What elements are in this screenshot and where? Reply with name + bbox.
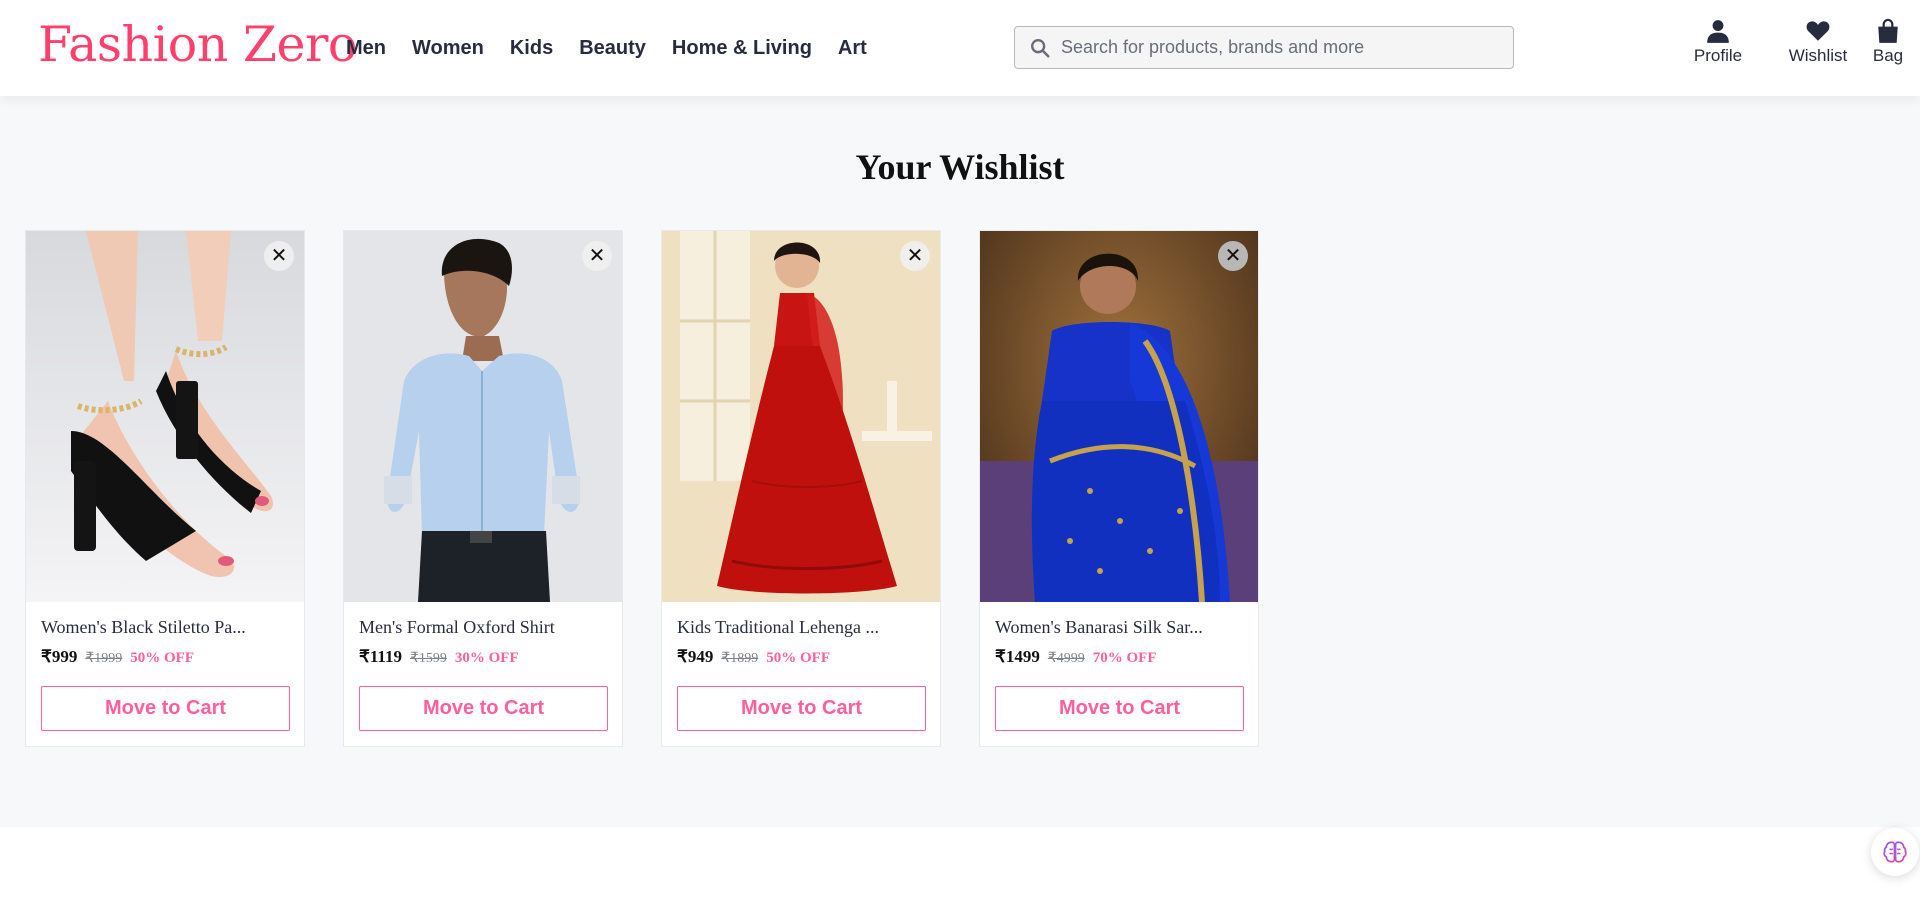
shopping-bag-icon <box>1878 18 1898 43</box>
search-bar <box>1014 26 1514 69</box>
remove-item-button[interactable]: ✕ <box>264 241 294 271</box>
assistant-button[interactable] <box>1871 828 1919 876</box>
discount-label: 50% OFF <box>130 650 194 666</box>
product-name[interactable]: Women's Banarasi Silk Sar... <box>995 617 1245 638</box>
bag-label: Bag <box>1872 46 1904 65</box>
discount-label: 50% OFF <box>766 650 830 666</box>
product-image[interactable] <box>662 231 940 602</box>
move-to-cart-button[interactable]: Move to Cart <box>359 686 608 731</box>
price-row: ₹949 ₹1899 50% OFF <box>677 647 830 667</box>
brain-icon <box>1883 841 1907 863</box>
page-title: Your Wishlist <box>855 147 1065 187</box>
nav-item-women[interactable]: Women <box>412 37 484 60</box>
move-to-cart-button[interactable]: Move to Cart <box>677 686 926 731</box>
nav-item-home-living[interactable]: Home & Living <box>672 37 812 60</box>
remove-item-button[interactable]: ✕ <box>1218 241 1248 271</box>
price-row: ₹1119 ₹1599 30% OFF <box>359 647 519 667</box>
wishlist-card: ✕ Kids Traditional Lehenga ... ₹949 ₹189… <box>661 230 941 747</box>
remove-item-button[interactable]: ✕ <box>900 241 930 271</box>
nav-item-kids[interactable]: Kids <box>510 37 553 60</box>
product-name[interactable]: Men's Formal Oxford Shirt <box>359 617 609 638</box>
brand-logo[interactable]: Fashion Zero <box>38 14 357 76</box>
user-icon <box>1707 20 1729 43</box>
product-mrp: ₹1999 <box>85 651 123 666</box>
wishlist-card: ✕ Women's Banarasi Silk Sar... ₹1499 ₹49… <box>979 230 1259 747</box>
move-to-cart-button[interactable]: Move to Cart <box>995 686 1244 731</box>
wishlist-card: ✕ Women's Black Stiletto Pa... ₹999 ₹199… <box>25 230 305 747</box>
wishlist-section: Your Wishlist ✕ Women's Black Stiletto P… <box>0 96 1920 827</box>
top-header: Fashion Zero Men Women Kids Beauty Home … <box>0 0 1920 96</box>
heart-icon <box>1806 21 1830 41</box>
product-name[interactable]: Women's Black Stiletto Pa... <box>41 617 291 638</box>
product-price: ₹1119 <box>359 647 402 666</box>
remove-item-button[interactable]: ✕ <box>582 241 612 271</box>
product-image[interactable] <box>980 231 1258 602</box>
product-image[interactable] <box>26 231 304 602</box>
product-name[interactable]: Kids Traditional Lehenga ... <box>677 617 927 638</box>
nav-item-art[interactable]: Art <box>838 37 867 60</box>
product-mrp: ₹1599 <box>409 651 447 666</box>
profile-label: Profile <box>1693 46 1743 65</box>
discount-label: 30% OFF <box>454 650 519 666</box>
nav-item-men[interactable]: Men <box>346 37 386 60</box>
profile-button[interactable]: Profile <box>1690 18 1746 66</box>
price-row: ₹999 ₹1999 50% OFF <box>41 647 194 667</box>
discount-label: 70% OFF <box>1092 650 1157 666</box>
move-to-cart-button[interactable]: Move to Cart <box>41 686 290 731</box>
wishlist-card: ✕ Men's Formal Oxford Shirt ₹1119 ₹1599 … <box>343 230 623 747</box>
nav-item-beauty[interactable]: Beauty <box>579 37 646 60</box>
search-icon[interactable] <box>1029 37 1051 59</box>
wishlist-label: Wishlist <box>1788 46 1848 65</box>
product-price: ₹949 <box>677 647 714 666</box>
product-price: ₹999 <box>41 647 78 666</box>
product-mrp: ₹4999 <box>1047 651 1085 666</box>
price-row: ₹1499 ₹4999 70% OFF <box>995 647 1157 667</box>
product-image[interactable] <box>344 231 622 602</box>
main-nav: Men Women Kids Beauty Home & Living Art <box>346 0 893 96</box>
wishlist-button[interactable]: Wishlist <box>1785 18 1851 66</box>
search-input[interactable] <box>1061 37 1501 58</box>
product-mrp: ₹1899 <box>721 651 759 666</box>
product-price: ₹1499 <box>995 647 1040 666</box>
bag-button[interactable]: Bag <box>1870 18 1906 66</box>
